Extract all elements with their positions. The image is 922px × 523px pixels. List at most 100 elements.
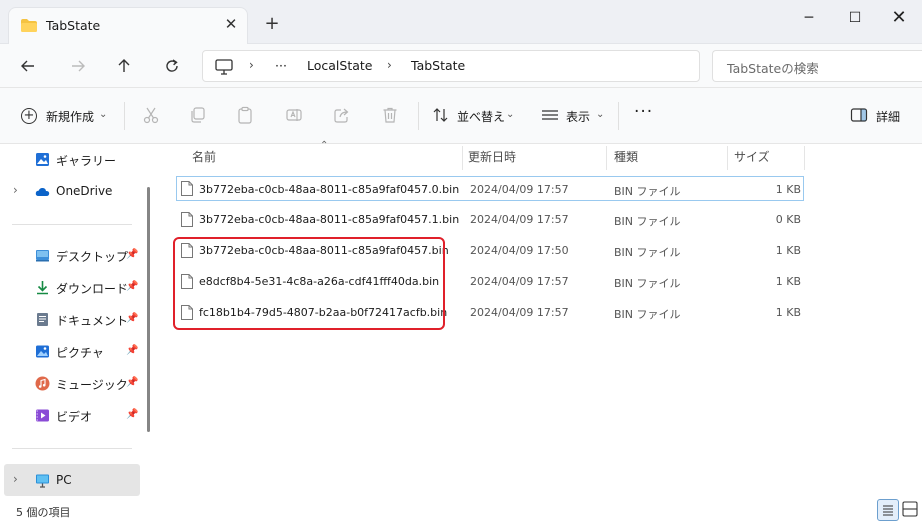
file-type: BIN ファイル [614,185,681,198]
breadcrumb-chevron-icon[interactable]: › [249,58,254,72]
gallery-icon [36,153,49,166]
file-row[interactable]: 3b772eba-c0cb-48aa-8011-c85a9faf0457.1.b… [176,207,804,232]
tiles-view-icon [902,501,918,517]
chevron-down-icon[interactable]: ⌄ [596,109,604,120]
pin-icon[interactable]: 📌 [126,313,138,324]
sidebar-item-label: ミュージック [56,378,128,392]
new-plus-icon[interactable]: + [21,108,37,124]
copy-icon[interactable] [189,106,207,124]
chevron-right-icon[interactable]: › [13,472,18,486]
cut-icon[interactable] [142,106,160,124]
file-modified: 2024/04/09 17:57 [470,306,569,319]
sidebar-item-documents[interactable]: ドキュメント 📌 [0,307,140,333]
sort-icon[interactable] [432,106,450,124]
file-row[interactable]: 3b772eba-c0cb-48aa-8011-c85a9faf0457.0.b… [176,176,804,201]
file-name: 3b772eba-c0cb-48aa-8011-c85a9faf0457.1.b… [199,213,460,226]
video-icon [36,409,49,422]
folder-icon [21,19,37,32]
command-separator [618,102,619,130]
file-size: 1 KB [775,306,801,319]
details-pane-icon[interactable] [850,106,868,124]
sidebar-divider [12,448,132,449]
sidebar-item-music[interactable]: ミュージック 📌 [0,371,140,397]
column-header-name[interactable]: 名前 [192,148,216,165]
sidebar-item-gallery[interactable]: ギャラリー [0,147,140,173]
breadcrumb-localstate[interactable]: LocalState [307,58,373,73]
pin-icon[interactable]: 📌 [126,345,138,356]
sidebar-divider [12,224,132,225]
forward-arrow-icon[interactable] [64,52,92,80]
details-button-label[interactable]: 詳細 [876,108,900,125]
column-separator[interactable] [727,146,728,170]
file-name: 3b772eba-c0cb-48aa-8011-c85a9faf0457.0.b… [199,183,460,196]
sidebar-item-videos[interactable]: ビデオ 📌 [0,403,140,429]
details-view-button[interactable] [877,499,899,521]
picture-icon [36,345,49,358]
file-modified: 2024/04/09 17:50 [470,244,569,257]
tab-title: TabState [46,18,101,33]
details-view-icon [883,505,893,516]
command-bar: + 新規作成 ⌄ 並べ替え ⌄ 表示 ⌄ ··· 詳細 [0,88,922,144]
pin-icon[interactable]: 📌 [126,249,138,260]
sidebar-item-pictures[interactable]: ピクチャ 📌 [0,339,140,365]
close-window-button[interactable]: ✕ [876,5,922,31]
breadcrumb-tabstate[interactable]: TabState [411,58,465,73]
pin-icon[interactable]: 📌 [126,409,138,420]
breadcrumb-overflow[interactable]: ··· [275,58,287,73]
chevron-down-icon[interactable]: ⌄ [99,109,107,120]
rename-icon[interactable] [285,106,303,124]
download-icon [37,281,48,295]
share-icon[interactable] [333,106,351,124]
column-separator[interactable] [606,146,607,170]
column-header-type[interactable]: 種類 [614,148,638,165]
sidebar-item-pc[interactable]: › PC [4,464,140,496]
chevron-down-icon[interactable]: ⌄ [506,109,514,120]
address-bar-row: › ··· LocalState › TabState TabStateの検索 [0,44,922,88]
command-separator [418,102,419,130]
column-separator[interactable] [804,146,805,170]
sidebar-item-onedrive[interactable]: › OneDrive [0,179,140,205]
red-highlight-box [173,237,445,330]
tiles-view-button[interactable] [900,499,922,521]
tab-tabstate[interactable]: TabState ✕ [8,7,248,44]
maximize-button[interactable]: ☐ [832,5,878,31]
sidebar-item-downloads[interactable]: ダウンロード 📌 [0,275,140,301]
new-button-label[interactable]: 新規作成 [46,108,94,125]
breadcrumb-chevron-icon[interactable]: › [387,58,392,72]
new-tab-button[interactable]: + [262,14,282,34]
file-size: 1 KB [775,244,801,257]
item-count: 5 個の項目 [16,506,71,519]
pin-icon[interactable]: 📌 [126,377,138,388]
back-arrow-icon[interactable] [14,52,42,80]
search-input[interactable]: TabStateの検索 [712,50,922,82]
view-icon[interactable] [541,106,559,124]
sidebar-scrollbar[interactable] [147,187,150,432]
sidebar-item-label: PC [56,473,72,487]
title-bar: TabState ✕ + ─ ☐ ✕ [0,0,922,44]
up-arrow-icon[interactable] [110,52,138,80]
view-button-label[interactable]: 表示 [566,108,590,125]
file-modified: 2024/04/09 17:57 [470,183,569,196]
more-options-button[interactable]: ··· [634,102,653,122]
pin-icon[interactable]: 📌 [126,281,138,292]
tab-close-icon[interactable]: ✕ [221,14,241,34]
sidebar-item-label: ドキュメント [56,314,129,328]
file-size: 1 KB [775,275,801,288]
paste-icon[interactable] [236,106,254,124]
file-size: 1 KB [775,183,801,196]
column-separator[interactable] [462,146,463,170]
file-type: BIN ファイル [614,308,681,321]
file-modified: 2024/04/09 17:57 [470,275,569,288]
file-icon [181,181,193,196]
sidebar-item-desktop[interactable]: デスクトップ 📌 [0,243,140,269]
column-header-size[interactable]: サイズ [734,148,770,165]
address-box[interactable]: › ··· LocalState › TabState [202,50,700,82]
sort-button-label[interactable]: 並べ替え [457,108,505,125]
delete-icon[interactable] [381,106,399,124]
column-header-modified[interactable]: 更新日時 [468,148,516,165]
file-size: 0 KB [775,213,801,226]
search-placeholder: TabStateの検索 [727,61,819,76]
chevron-right-icon[interactable]: › [13,183,18,197]
minimize-button[interactable]: ─ [786,5,832,31]
refresh-icon[interactable] [158,52,186,80]
